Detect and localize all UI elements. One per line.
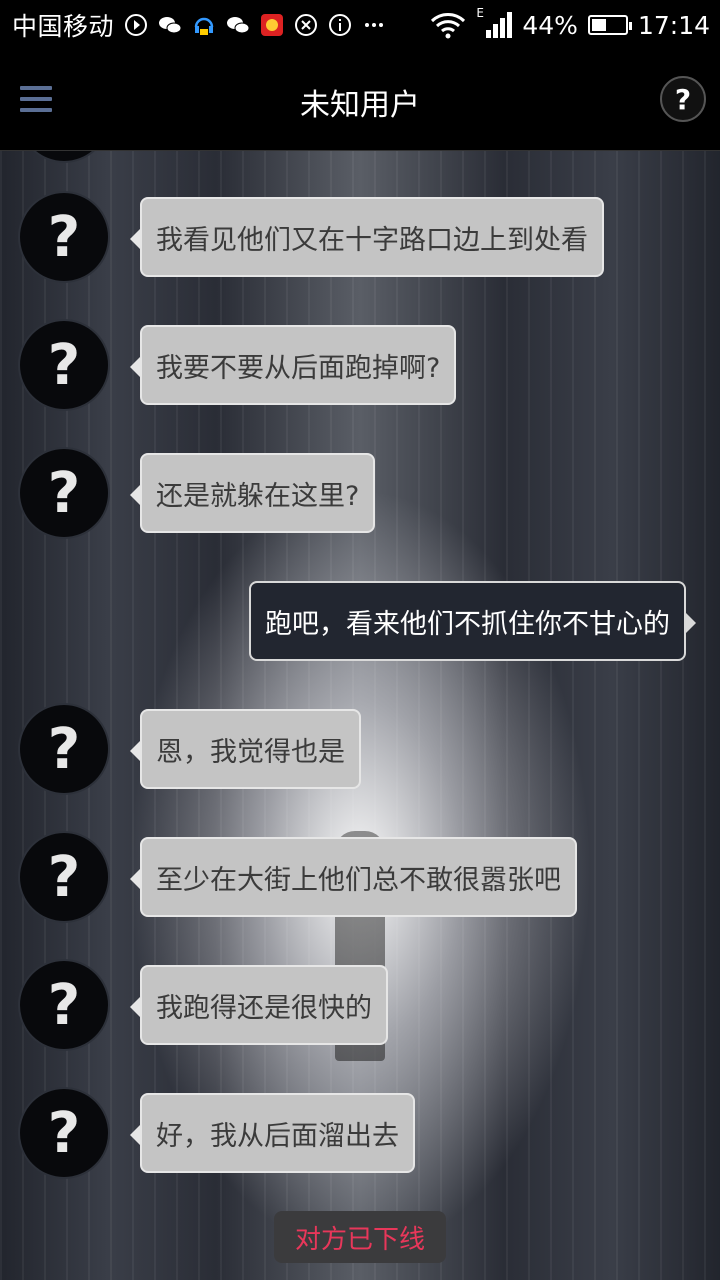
signal-icon xyxy=(486,12,513,38)
offline-notice: 对方已下线 xyxy=(274,1211,446,1263)
signal-indicator: E xyxy=(476,6,513,40)
clock: 17:14 xyxy=(637,10,710,40)
play-icon xyxy=(125,14,148,36)
avatar: ? xyxy=(18,319,110,411)
message-bubble[interactable]: 恩，我觉得也是 xyxy=(130,709,361,789)
page-title: 未知用户 xyxy=(300,88,420,123)
my-message-bubble[interactable]: 跑吧，看来他们不抓住你不甘心的 xyxy=(249,581,696,661)
more-icon xyxy=(365,23,384,27)
chat-area[interactable]: ? 我看见他们又在十字路口边上到处看 ? 我要不要从后面跑掉啊? ? 还是就躲在… xyxy=(0,151,720,1280)
message-bubble[interactable]: 至少在大街上他们总不敢很嚣张吧 xyxy=(130,837,577,917)
battery-percent: 44% xyxy=(522,10,578,40)
info-icon xyxy=(329,14,352,36)
wifi-icon xyxy=(431,13,466,39)
avatar: ? xyxy=(18,1087,110,1179)
message-bubble[interactable]: 还是就躲在这里? xyxy=(129,453,376,533)
message-bubble[interactable]: 我跑得还是很快的 xyxy=(130,965,388,1045)
avatar: ? xyxy=(18,831,110,923)
avatar: ? xyxy=(18,191,110,283)
headset-icon xyxy=(194,17,214,35)
status-bar: 中国移动 E 44% 17:14 xyxy=(0,0,720,50)
message-bubble[interactable]: 我看见他们又在十字路口边上到处看 xyxy=(130,197,604,277)
avatar: ? xyxy=(18,447,110,539)
help-button[interactable]: ? xyxy=(660,76,706,122)
battery-icon xyxy=(587,15,632,35)
message-bubble[interactable]: 我要不要从后面跑掉啊? xyxy=(129,325,457,405)
wechat-icon xyxy=(159,17,182,34)
avatar: ? xyxy=(18,703,110,795)
app-icon xyxy=(261,14,284,36)
wechat-icon xyxy=(227,17,250,34)
sync-icon xyxy=(295,14,318,36)
message-bubble[interactable]: 好，我从后面溜出去 xyxy=(130,1093,415,1173)
battery-fill xyxy=(591,19,606,31)
carrier-name: 中国移动 xyxy=(12,12,115,41)
avatar: ? xyxy=(18,959,110,1051)
app-header: 未知用户 ? xyxy=(0,50,720,151)
